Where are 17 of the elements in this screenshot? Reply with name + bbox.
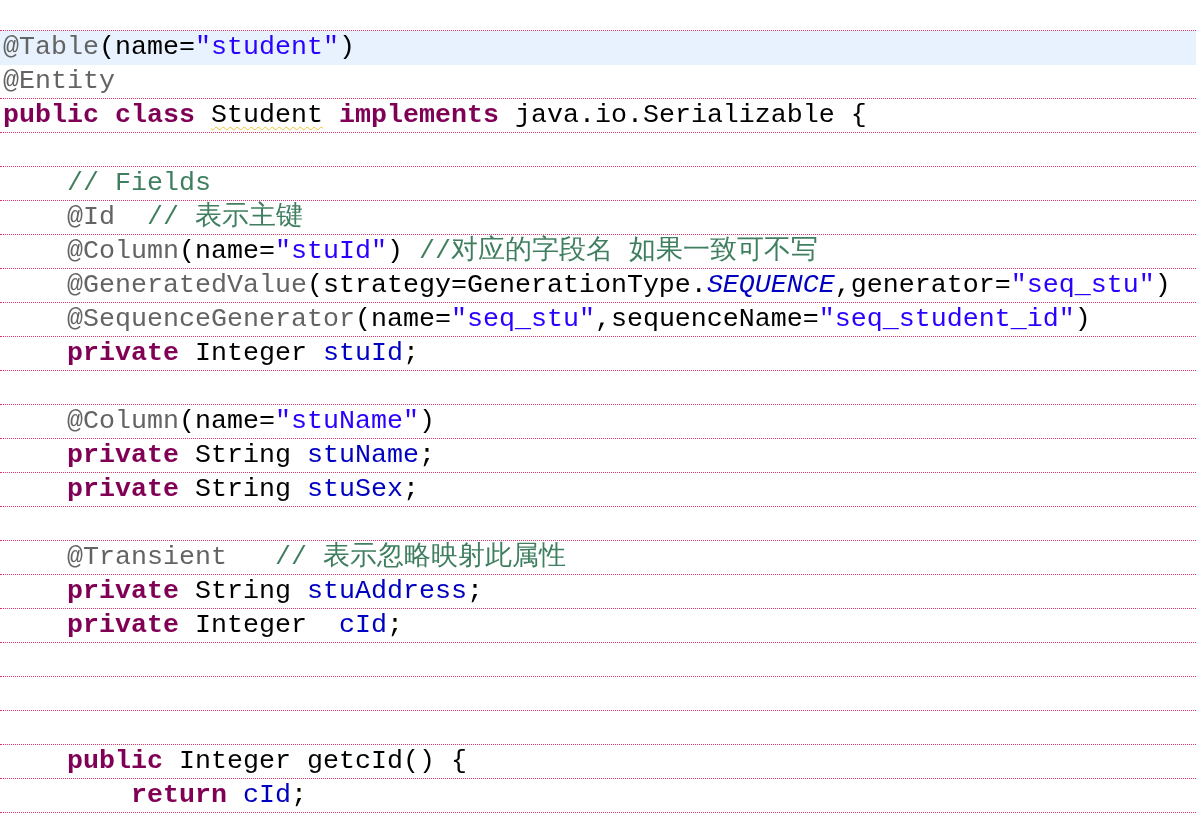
code-line: @GeneratedValue(strategy=GenerationType.SEQUENCE,generator="seq_stu") — [67, 269, 1171, 302]
code-line: public class Student implements java.io.Serializable { — [3, 99, 867, 132]
code-line: @Column(name="stuName") — [67, 405, 435, 438]
code-line: return cId; — [131, 779, 307, 812]
code-line: private Integer cId; — [67, 609, 403, 642]
code-line: @Entity — [3, 65, 115, 98]
code-line: @Column(name="stuId") //对应的字段名 如果一致可不写 — [67, 235, 818, 268]
code-line: @Id // 表示主键 — [67, 201, 303, 234]
code-line: public Integer getcId() { — [67, 745, 467, 778]
code-line: // Fields — [67, 167, 211, 200]
code-line: private String stuName; — [67, 439, 435, 472]
code-line: private String stuSex; — [67, 473, 419, 506]
code-line: @Transient // 表示忽略映射此属性 — [67, 541, 566, 574]
code-line: private Integer stuId; — [67, 337, 419, 370]
code-line: @Table(name="student") — [3, 31, 355, 64]
code-line: @SequenceGenerator(name="seq_stu",sequenceName="seq_student_id") — [67, 303, 1091, 336]
code-line: private String stuAddress; — [67, 575, 483, 608]
